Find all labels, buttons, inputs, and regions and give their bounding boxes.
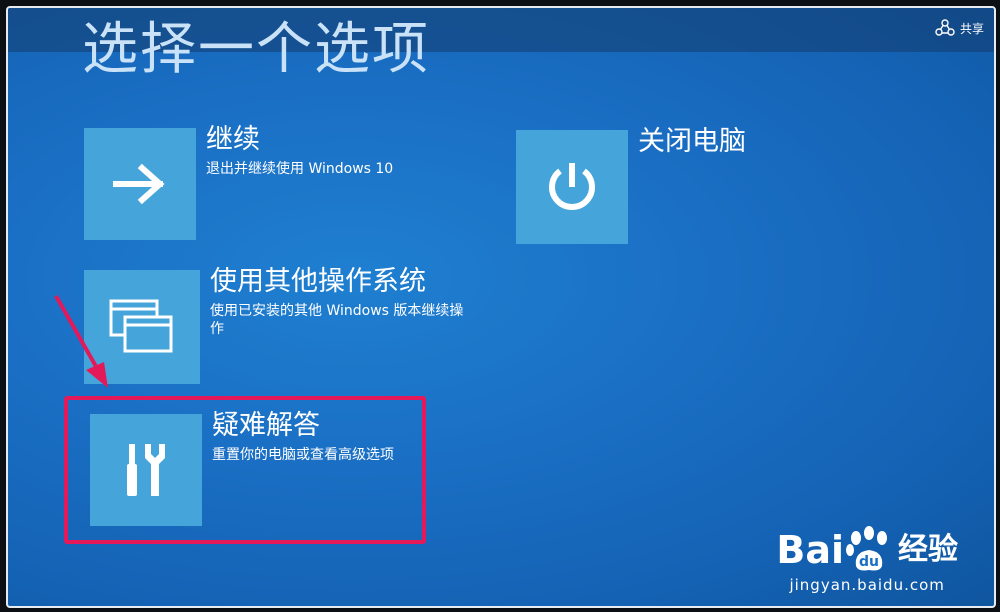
svg-text:du: du: [859, 554, 879, 570]
share-icon: [935, 19, 955, 36]
option-tile: [84, 128, 196, 240]
baidu-paw-icon: du: [846, 526, 887, 571]
windows-stack-icon: [109, 299, 173, 353]
option-title: 关闭电脑: [638, 126, 746, 157]
watermark-logo-right: 经验: [898, 532, 958, 567]
power-icon: [549, 163, 595, 210]
option-tile: [84, 270, 200, 384]
option-tile: [516, 130, 628, 244]
option-continue[interactable]: 继续 退出并继续使用 Windows 10: [84, 124, 466, 240]
watermark-logo-left: Bai: [776, 528, 844, 572]
option-title: 继续: [206, 124, 260, 155]
option-description: 退出并继续使用 Windows 10: [206, 161, 394, 177]
option-other-os[interactable]: 使用其他操作系统 使用已安装的其他 Windows 版本继续操作: [84, 266, 470, 384]
share-label: 共享: [959, 21, 984, 36]
option-shutdown[interactable]: 关闭电脑: [516, 126, 746, 244]
option-description: 使用已安装的其他 Windows 版本继续操作: [210, 303, 464, 337]
share-button[interactable]: 共享: [935, 18, 984, 38]
watermark-logo: Bai du 经验: [776, 526, 958, 574]
baidu-watermark: Bai du 经验 jingyan.baidu.com: [776, 526, 958, 594]
arrow-right-icon: [113, 163, 165, 205]
option-title: 使用其他操作系统: [210, 266, 426, 297]
watermark-url: jingyan.baidu.com: [789, 576, 945, 594]
page-title: 选择一个选项: [82, 17, 430, 82]
recovery-screen: 共享 选择一个选项 继续 退出并继续使用 Windows 10 使用其他操作系统…: [6, 6, 996, 608]
highlight-box: [64, 396, 426, 544]
